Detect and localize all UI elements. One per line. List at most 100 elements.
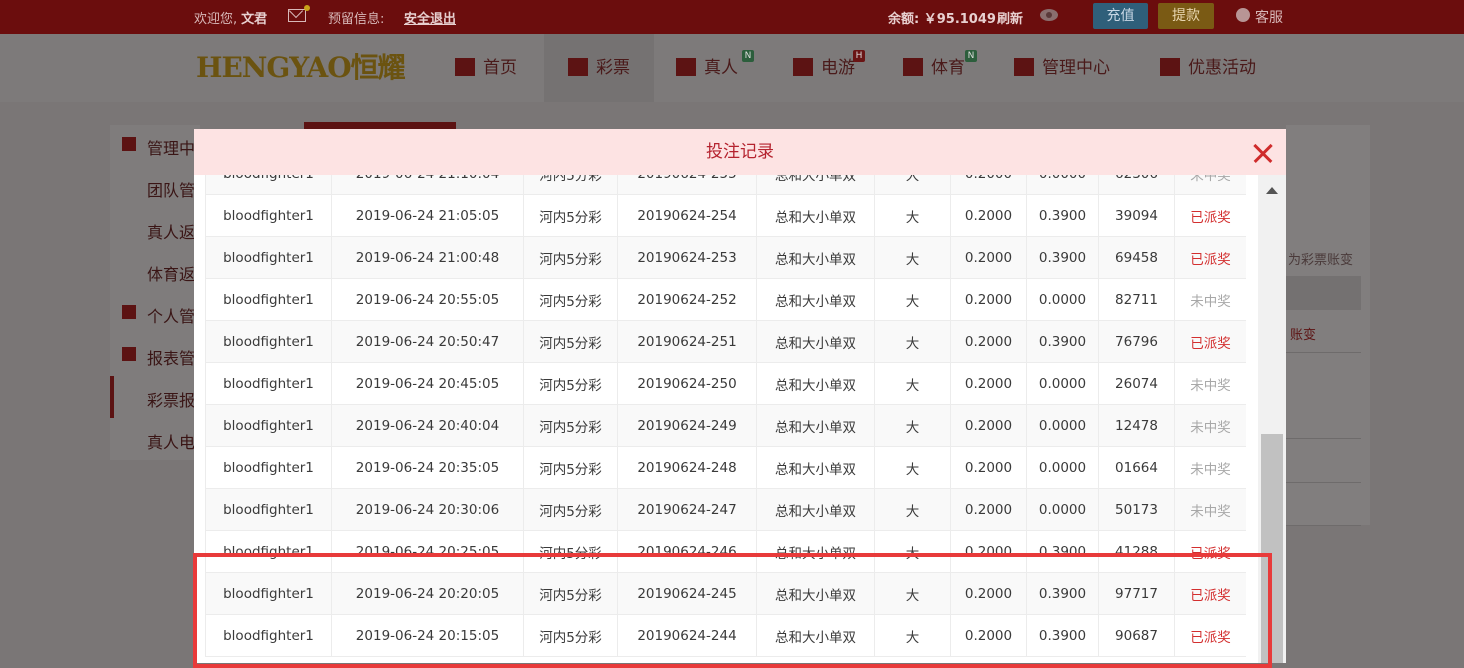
sidebar-item[interactable]: 团队管 (147, 177, 195, 201)
table-row[interactable]: bloodfighter1 2019-06-24 20:35:05 河内5分彩 201… (205, 446, 1246, 489)
cell-status: 已派奖 (1174, 194, 1246, 237)
cell-status: 已派奖 (1174, 614, 1246, 657)
scrollbar[interactable] (1258, 175, 1286, 663)
cell-username: bloodfighter1 (205, 530, 332, 573)
nav-sports[interactable]: 体育 N (903, 34, 977, 102)
logout-link[interactable]: 安全退出 (404, 8, 456, 27)
new-badge: N (742, 50, 754, 62)
cell-issue: 20190624-251 (617, 320, 757, 363)
logo[interactable]: HENGYAO恒耀 (196, 48, 414, 88)
cell-play-type: 总和大小单双 (756, 236, 875, 279)
cell-draw-number: 39094 (1098, 194, 1175, 237)
new-badge: N (965, 50, 977, 62)
table-row[interactable]: bloodfighter1 2019-06-24 20:15:05 河内5分彩 201… (205, 614, 1246, 657)
cell-bet-content: 大 (874, 530, 951, 573)
cell-bet-content: 大 (874, 614, 951, 657)
bet-table: bloodfighter12019-06-24 21:10:04河内5分彩201… (205, 175, 1246, 657)
sidebar-item[interactable]: 个人管 (147, 303, 195, 327)
cell-issue: 20190624-254 (617, 194, 757, 237)
cell-status: 未中奖 (1174, 362, 1246, 405)
cell-prize: 0.3900 (1026, 320, 1099, 363)
cell-bet-content: 大 (874, 278, 951, 321)
nav-home[interactable]: 首页 (455, 34, 517, 102)
panel-link[interactable]: 账变 (1290, 324, 1316, 343)
cell-username: bloodfighter1 (205, 175, 332, 195)
nav-slots[interactable]: 电游 H (793, 34, 865, 102)
home-icon (455, 58, 475, 76)
cell-game: 河内5分彩 (523, 194, 618, 237)
cell-play-type: 总和大小单双 (756, 404, 875, 447)
withdraw-button[interactable]: 提款 (1158, 3, 1214, 29)
cell-bet-time: 2019-06-24 20:15:05 (331, 614, 524, 657)
modal-title: 投注记录 (706, 142, 774, 162)
cell-draw-number: 12478 (1098, 404, 1175, 447)
table-row[interactable]: bloodfighter1 2019-06-24 20:25:05 河内5分彩 201… (205, 530, 1246, 573)
cell-issue: 20190624-246 (617, 530, 757, 573)
nav-management[interactable]: 管理中心 (1014, 34, 1110, 102)
table-row[interactable]: bloodfighter1 2019-06-24 21:05:05 河内5分彩 201… (205, 194, 1246, 237)
nav-promotions[interactable]: 优惠活动 (1160, 34, 1256, 102)
cell-issue: 20190624-252 (617, 278, 757, 321)
sidebar-item[interactable]: 体育返 (147, 261, 195, 285)
cell-issue: 20190624-248 (617, 446, 757, 489)
support-link[interactable]: 客服 (1255, 7, 1283, 27)
cell-game: 河内5分彩 (523, 446, 618, 489)
table-row[interactable]: bloodfighter1 2019-06-24 20:20:05 河内5分彩 201… (205, 572, 1246, 615)
cell-username: bloodfighter1 (205, 614, 332, 657)
table-row[interactable]: bloodfighter1 2019-06-24 20:30:06 河内5分彩 201… (205, 488, 1246, 531)
cell-game: 河内5分彩 (523, 320, 618, 363)
table-row[interactable]: bloodfighter1 2019-06-24 20:45:05 河内5分彩 201… (205, 362, 1246, 405)
refresh-link[interactable]: 刷新 (997, 8, 1023, 27)
eye-icon[interactable] (1040, 9, 1058, 21)
cell-username: bloodfighter1 (205, 194, 332, 237)
cell-game: 河内5分彩 (523, 175, 618, 195)
cell-game: 河内5分彩 (523, 404, 618, 447)
cell-bet-content: 大 (874, 572, 951, 615)
cell-play-type: 总和大小单双 (756, 446, 875, 489)
cell-bet-time: 2019-06-24 20:45:05 (331, 362, 524, 405)
bet-table-container[interactable]: bloodfighter12019-06-24 21:10:04河内5分彩201… (205, 175, 1246, 663)
sidebar-item[interactable]: 报表管 (147, 345, 195, 369)
close-icon[interactable] (1252, 142, 1274, 164)
table-row[interactable]: bloodfighter12019-06-24 21:10:04河内5分彩201… (205, 175, 1246, 195)
cell-amount: 0.2000 (950, 194, 1027, 237)
table-row[interactable]: bloodfighter1 2019-06-24 20:40:04 河内5分彩 201… (205, 404, 1246, 447)
cell-prize: 0.0000 (1026, 446, 1099, 489)
scroll-thumb[interactable] (1261, 434, 1283, 663)
divider (1286, 525, 1361, 526)
sidebar-item[interactable]: 管理中 (147, 135, 195, 159)
cell-game: 河内5分彩 (523, 278, 618, 321)
cell-bet-time: 2019-06-24 20:50:47 (331, 320, 524, 363)
cell-bet-content: 大 (874, 194, 951, 237)
table-row[interactable]: bloodfighter1 2019-06-24 20:55:05 河内5分彩 201… (205, 278, 1246, 321)
cell-draw-number: 69458 (1098, 236, 1175, 279)
cell-bet-content: 大 (874, 175, 951, 195)
panel-text: 为彩票账变 (1288, 253, 1354, 268)
cell-amount: 0.2000 (950, 362, 1027, 405)
recharge-button[interactable]: 充值 (1093, 3, 1148, 29)
cell-status: 已派奖 (1174, 530, 1246, 573)
cell-draw-number: 97717 (1098, 572, 1175, 615)
cell-draw-number: 62306 (1098, 175, 1175, 195)
nav-lottery[interactable]: 彩票 (544, 34, 654, 102)
support-icon[interactable] (1236, 8, 1250, 22)
scroll-up-icon[interactable] (1266, 187, 1278, 194)
nav-live[interactable]: 真人 N (676, 34, 754, 102)
cell-amount: 0.2000 (950, 572, 1027, 615)
sidebar-item-active[interactable]: 彩票报 (147, 387, 195, 411)
sidebar-item[interactable]: 真人电 (147, 429, 195, 453)
cell-draw-number: 76796 (1098, 320, 1175, 363)
cell-status: 未中奖 (1174, 446, 1246, 489)
modal-header: 投注记录 (194, 129, 1286, 175)
cell-username: bloodfighter1 (205, 236, 332, 279)
cell-game: 河内5分彩 (523, 614, 618, 657)
cell-draw-number: 50173 (1098, 488, 1175, 531)
gift-icon (1160, 58, 1180, 76)
cell-bet-content: 大 (874, 488, 951, 531)
table-row[interactable]: bloodfighter1 2019-06-24 20:50:47 河内5分彩 201… (205, 320, 1246, 363)
table-row[interactable]: bloodfighter1 2019-06-24 21:00:48 河内5分彩 201… (205, 236, 1246, 279)
sidebar-item[interactable]: 真人返 (147, 219, 195, 243)
cell-username: bloodfighter1 (205, 404, 332, 447)
cell-status: 未中奖 (1174, 278, 1246, 321)
mail-icon[interactable] (288, 9, 306, 22)
